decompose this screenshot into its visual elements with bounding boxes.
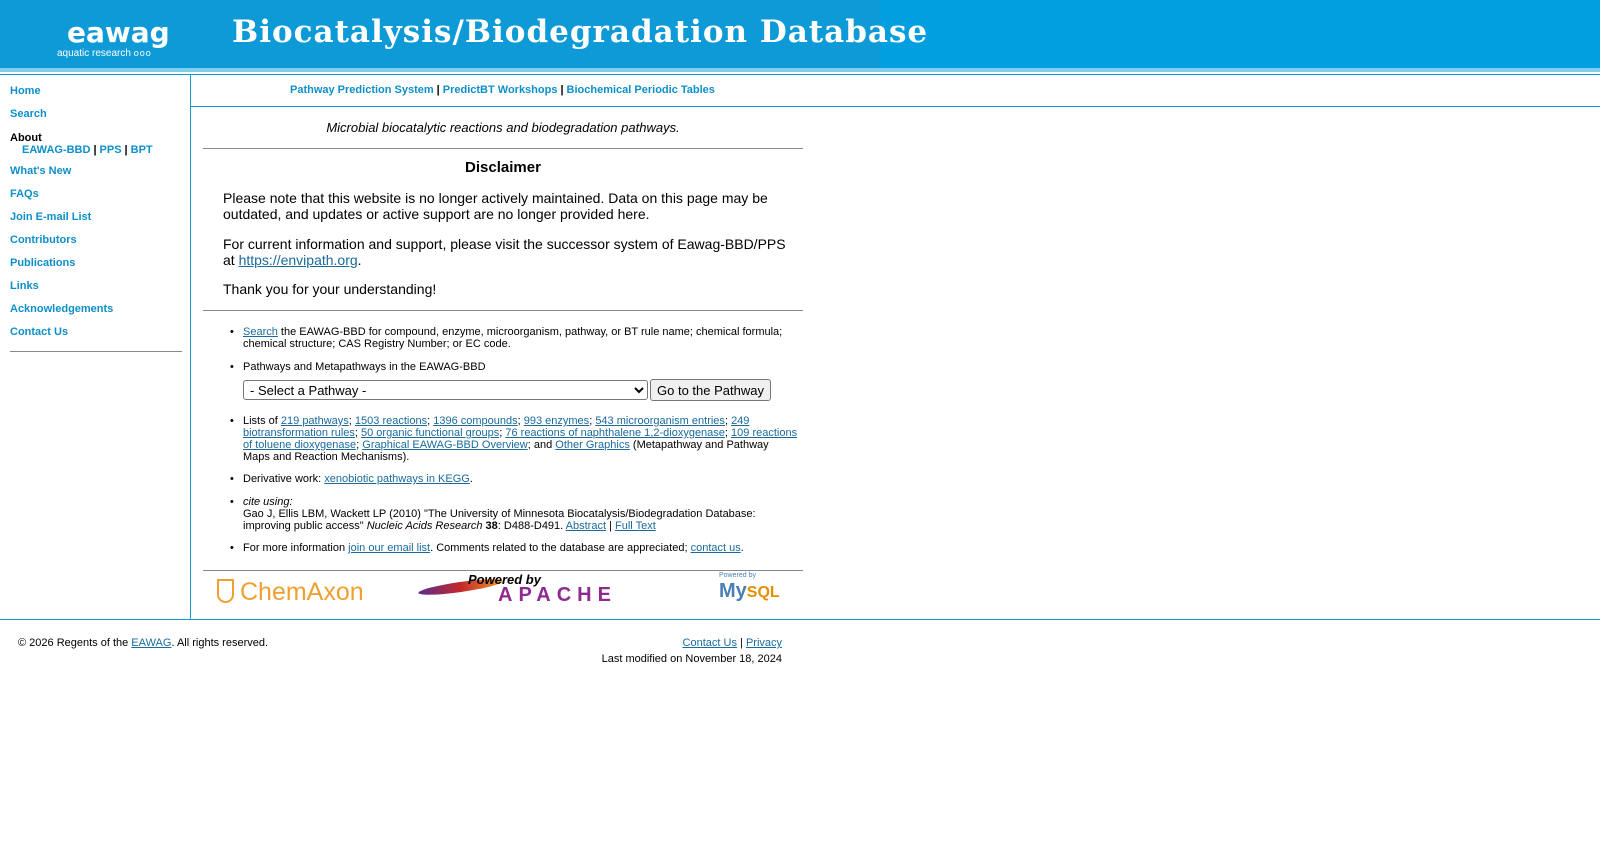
divider: [203, 570, 803, 571]
sidebar-item-publications[interactable]: Publications: [10, 257, 75, 269]
sidebar-item-home[interactable]: Home: [10, 85, 41, 97]
bullet: •: [230, 496, 234, 508]
sidebar-item-search[interactable]: Search: [10, 108, 47, 120]
divider: [203, 310, 803, 311]
chemaxon-logo[interactable]: ChemAxon: [217, 578, 364, 607]
separator: |: [436, 84, 440, 96]
nav-link-predictbt-workshops[interactable]: PredictBT Workshops: [443, 84, 558, 96]
mysql-logo[interactable]: Powered by MySQL: [719, 572, 783, 608]
sidebar-link-bpt[interactable]: BPT: [131, 144, 153, 156]
disclaimer-paragraph: Please note that this website is no long…: [223, 190, 768, 222]
bullet: •: [230, 361, 234, 373]
divider: [203, 148, 803, 149]
disclaimer-thanks: Thank you for your understanding!: [223, 281, 437, 297]
contact-us-link[interactable]: contact us: [691, 542, 741, 554]
pathway-select[interactable]: - Select a Pathway -: [243, 380, 648, 400]
nav-link-pathway-prediction-system[interactable]: Pathway Prediction System: [290, 84, 434, 96]
search-link[interactable]: Search: [243, 326, 278, 338]
list-item-citation: • cite using: Gao J, Ellis LBM, Wackett …: [230, 496, 756, 532]
link-pathways[interactable]: 219 pathways: [281, 415, 349, 427]
tagline: Microbial biocatalytic reactions and bio…: [326, 120, 680, 135]
sidebar-item-contributors[interactable]: Contributors: [10, 234, 77, 246]
link-functional-groups[interactable]: 50 organic functional groups: [361, 427, 499, 439]
sidebar: Home Search About EAWAG-BBD | PPS | BPT What…: [0, 74, 191, 619]
sidebar-item-contact-us[interactable]: Contact Us: [10, 326, 68, 338]
link-reactions[interactable]: 1503 reactions: [355, 415, 427, 427]
sidebar-item-whats-new[interactable]: What's New: [10, 165, 71, 177]
footer-contact-link[interactable]: Contact Us: [683, 637, 737, 649]
footer-eawag-link[interactable]: EAWAG: [131, 637, 171, 649]
link-microorganisms[interactable]: 543 microorganism entries: [595, 415, 725, 427]
nav-link-biochemical-periodic-tables[interactable]: Biochemical Periodic Tables: [567, 84, 715, 96]
footer-copyright: © 2026 Regents of the EAWAG. All rights …: [18, 637, 269, 649]
top-nav: Pathway Prediction System | PredictBT Work…: [191, 74, 1600, 107]
sidebar-link-eawag-bbd[interactable]: EAWAG-BBD: [22, 144, 90, 156]
sidebar-item-join-email-list[interactable]: Join E-mail List: [10, 211, 91, 223]
kegg-link[interactable]: xenobiotic pathways in KEGG: [324, 473, 470, 485]
pathways-heading: Pathways and Metapathways in the EAWAG-B…: [243, 361, 486, 373]
last-modified: Last modified on November 18, 2024: [601, 653, 782, 665]
list-item-pathways: • Pathways and Metapathways in the EAWAG…: [230, 361, 798, 373]
list-item-lists: • Lists of 219 pathways; 1503 reactions;…: [230, 415, 798, 463]
eawag-logo[interactable]: eawag aquatic research ooo: [57, 16, 187, 60]
sidebar-link-pps[interactable]: PPS: [100, 144, 122, 156]
bullet: •: [230, 473, 234, 485]
list-item-search: • Search the EAWAG-BBD for compound, enz…: [230, 326, 783, 350]
bullet: •: [230, 542, 234, 554]
cite-label: cite using:: [243, 496, 293, 508]
bullet: •: [230, 415, 234, 427]
citation-journal: Nucleic Acids Research: [366, 520, 483, 532]
site-header: eawag aquatic research ooo Biocatalysis/…: [0, 0, 1600, 68]
list-item-derivative: • Derivative work: xenobiotic pathways i…: [230, 473, 473, 485]
sponsor-logos: ChemAxon Powered by APACHE Powered by My…: [203, 572, 803, 610]
sidebar-item-acknowledgements[interactable]: Acknowledgements: [10, 303, 113, 315]
apache-logo[interactable]: Powered by APACHE: [417, 572, 668, 606]
abstract-link[interactable]: Abstract: [566, 520, 606, 532]
sidebar-item-faqs[interactable]: FAQs: [10, 188, 39, 200]
separator: |: [124, 144, 128, 156]
link-other-graphics[interactable]: Other Graphics: [555, 439, 630, 451]
full-text-link[interactable]: Full Text: [615, 520, 656, 532]
disclaimer-title: Disclaimer: [465, 159, 541, 176]
sidebar-item-links[interactable]: Links: [10, 280, 39, 292]
sidebar-about-links: EAWAG-BBD | PPS | BPT: [22, 144, 153, 156]
link-graphical-overview[interactable]: Graphical EAWAG-BBD Overview: [362, 439, 527, 451]
sidebar-about-label: About: [10, 132, 42, 144]
footer-divider: [0, 619, 1600, 620]
sidebar-divider: [10, 351, 182, 352]
citation-volume: 38: [485, 520, 498, 532]
header-stripe: [0, 68, 1600, 72]
flask-icon: [217, 579, 234, 604]
logo-wordmark: eawag: [67, 16, 170, 49]
link-naphthalene-reactions[interactable]: 76 reactions of naphthalene 1,2-dioxygen…: [505, 427, 725, 439]
separator: |: [93, 144, 97, 156]
logo-tagline: aquatic research ooo: [57, 48, 152, 59]
bullet: •: [230, 326, 234, 338]
join-email-list-link[interactable]: join our email list: [348, 542, 430, 554]
separator: |: [560, 84, 564, 96]
disclaimer-successor-paragraph: For current information and support, ple…: [223, 236, 786, 268]
go-to-pathway-button[interactable]: Go to the Pathway: [650, 379, 771, 401]
list-item-more-info: • For more information join our email li…: [230, 542, 744, 554]
top-nav-links: Pathway Prediction System | PredictBT Work…: [290, 84, 715, 96]
footer-privacy-link[interactable]: Privacy: [746, 637, 782, 649]
envipath-link[interactable]: https://envipath.org: [239, 252, 358, 268]
link-compounds[interactable]: 1396 compounds: [433, 415, 517, 427]
site-title: Biocatalysis/Biodegradation Database: [232, 14, 929, 50]
footer-links: Contact Us | Privacy Last modified on No…: [560, 637, 782, 665]
link-enzymes[interactable]: 993 enzymes: [524, 415, 589, 427]
pathway-select-row: - Select a Pathway -Go to the Pathway: [243, 379, 771, 401]
